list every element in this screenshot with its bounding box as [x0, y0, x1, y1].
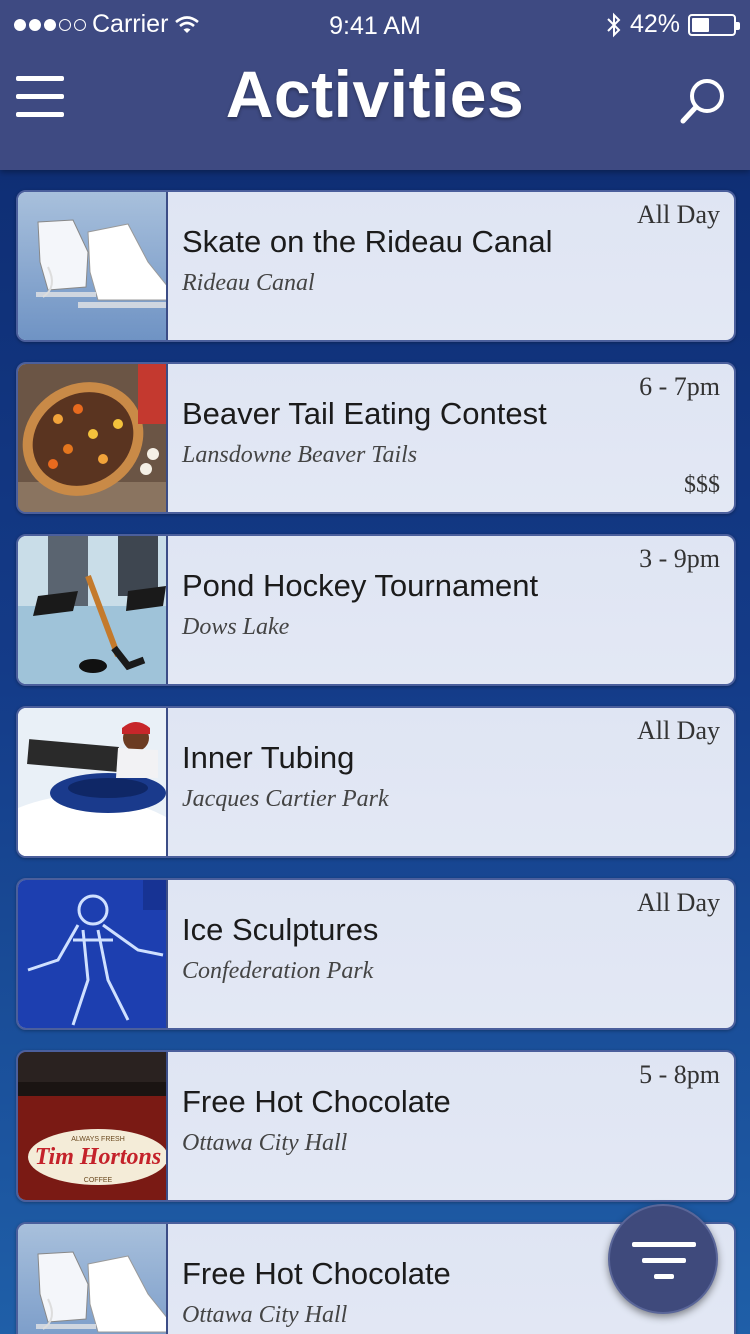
- activity-time: All Day: [636, 200, 720, 229]
- activity-card[interactable]: Beaver Tail Eating Contest Lansdowne Bea…: [16, 362, 736, 514]
- activity-venue: Jacques Cartier Park: [182, 786, 389, 812]
- ice-sculpture-image: [18, 880, 168, 1028]
- status-bar: Carrier 9:41 AM 42%: [0, 0, 750, 50]
- pond-hockey-image: [18, 536, 168, 684]
- beaver-tail-pastry-image: [18, 364, 168, 512]
- activity-time: All Day: [636, 888, 720, 917]
- tim-hortons-cup-image: Tim Hortons ALWAYS FRESH COFFEE: [18, 1052, 168, 1200]
- activity-card[interactable]: Inner Tubing Jacques Cartier Park All Da…: [16, 706, 736, 858]
- activity-title: Pond Hockey Tournament: [182, 568, 539, 603]
- activity-card[interactable]: Skate on the Rideau Canal Rideau Canal A…: [16, 190, 736, 342]
- activity-venue: Ottawa City Hall: [182, 1302, 348, 1328]
- battery-status: 42%: [606, 10, 740, 39]
- activity-venue: Ottawa City Hall: [182, 1130, 348, 1156]
- activity-venue: Lansdowne Beaver Tails: [182, 442, 418, 468]
- nav-header: Carrier 9:41 AM 42% Activities: [0, 0, 750, 170]
- activity-title: Free Hot Chocolate: [182, 1084, 451, 1119]
- activity-card[interactable]: Pond Hockey Tournament Dows Lake 3 - 9pm: [16, 534, 736, 686]
- activity-time: 5 - 8pm: [639, 1060, 720, 1089]
- filter-icon: [632, 1242, 696, 1247]
- activity-card[interactable]: Ice Sculptures Confederation Park All Da…: [16, 878, 736, 1030]
- ice-skates-image: [18, 1224, 168, 1334]
- search-icon[interactable]: [678, 76, 728, 126]
- activity-title: Inner Tubing: [182, 740, 355, 775]
- activity-title: Beaver Tail Eating Contest: [182, 396, 547, 431]
- filter-button[interactable]: [608, 1204, 718, 1314]
- page-title: Activities: [225, 57, 525, 131]
- battery-icon: [688, 13, 740, 36]
- activity-venue: Confederation Park: [182, 958, 374, 984]
- activity-card[interactable]: Tim Hortons ALWAYS FRESH COFFEE Free Hot…: [16, 1050, 736, 1202]
- bluetooth-icon: [607, 12, 621, 37]
- activity-venue: Rideau Canal: [182, 270, 315, 296]
- activity-title: Ice Sculptures: [182, 912, 379, 947]
- activity-title: Skate on the Rideau Canal: [182, 224, 553, 259]
- activity-venue: Dows Lake: [182, 614, 290, 640]
- ice-skates-image: [18, 192, 168, 340]
- activity-price: $$$: [684, 472, 720, 498]
- activity-time: 6 - 7pm: [639, 372, 720, 401]
- activity-title: Free Hot Chocolate: [182, 1256, 451, 1291]
- svg-text:COFFEE: COFFEE: [84, 1177, 113, 1184]
- svg-text:ALWAYS FRESH: ALWAYS FRESH: [71, 1136, 125, 1143]
- activity-time: 3 - 9pm: [639, 544, 720, 573]
- battery-percent: 42%: [629, 10, 680, 38]
- activity-time: All Day: [636, 716, 720, 745]
- snow-tubing-image: [18, 708, 168, 856]
- tim-hortons-logo-text: Tim Hortons: [35, 1144, 161, 1170]
